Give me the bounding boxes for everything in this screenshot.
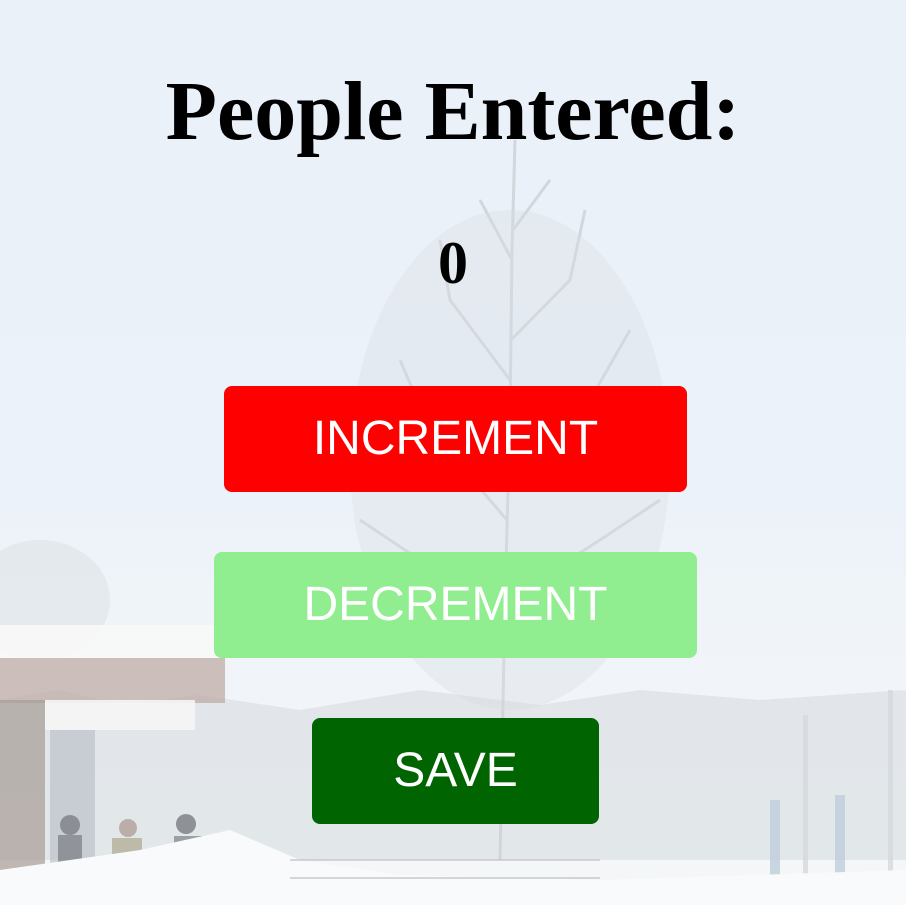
people-count: 0: [438, 230, 468, 296]
save-button[interactable]: SAVE: [312, 718, 599, 824]
counter-app: People Entered: 0 INCREMENT DECREMENT SA…: [0, 0, 906, 905]
increment-button[interactable]: INCREMENT: [224, 386, 687, 492]
page-title: People Entered:: [165, 65, 741, 158]
decrement-button[interactable]: DECREMENT: [214, 552, 697, 658]
